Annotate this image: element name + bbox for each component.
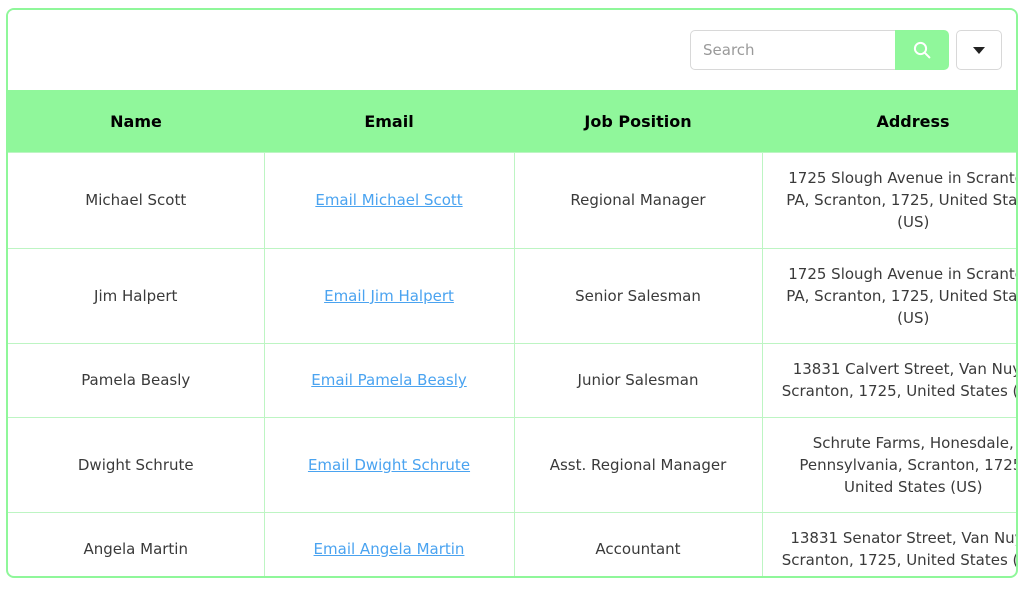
cell-email: Email Dwight Schrute	[264, 417, 514, 513]
email-link[interactable]: Email Dwight Schrute	[308, 456, 470, 474]
cell-email: Email Michael Scott	[264, 153, 514, 249]
table-row: Michael Scott Email Michael Scott Region…	[8, 153, 1018, 249]
cell-email: Email Jim Halpert	[264, 248, 514, 344]
cell-job-position: Asst. Regional Manager	[514, 417, 762, 513]
search-icon	[912, 40, 932, 60]
cell-email: Email Angela Martin	[264, 513, 514, 578]
column-header-name[interactable]: Name	[8, 90, 264, 153]
search-input[interactable]	[690, 30, 895, 70]
search-options-dropdown-button[interactable]	[956, 30, 1002, 70]
table-header: Name Email Job Position Address	[8, 90, 1018, 153]
cell-job-position: Senior Salesman	[514, 248, 762, 344]
table-toolbar	[8, 10, 1016, 90]
column-header-job-position[interactable]: Job Position	[514, 90, 762, 153]
table-row: Angela Martin Email Angela Martin Accoun…	[8, 513, 1018, 578]
email-link[interactable]: Email Angela Martin	[314, 540, 465, 558]
cell-address: 1725 Slough Avenue in Scranton, PA, Scra…	[762, 248, 1018, 344]
data-table-card: Name Email Job Position Address Michael …	[6, 8, 1018, 578]
table-row: Dwight Schrute Email Dwight Schrute Asst…	[8, 417, 1018, 513]
cell-address: Schrute Farms, Honesdale, Pennsylvania, …	[762, 417, 1018, 513]
email-link[interactable]: Email Michael Scott	[315, 191, 462, 209]
employee-table: Name Email Job Position Address Michael …	[8, 90, 1018, 578]
cell-job-position: Accountant	[514, 513, 762, 578]
cell-address: 13831 Senator Street, Van Nuys, Scranton…	[762, 513, 1018, 578]
cell-job-position: Regional Manager	[514, 153, 762, 249]
table-header-row: Name Email Job Position Address	[8, 90, 1018, 153]
table-row: Jim Halpert Email Jim Halpert Senior Sal…	[8, 248, 1018, 344]
cell-name: Dwight Schrute	[8, 417, 264, 513]
cell-address: 13831 Calvert Street, Van Nuys, Scranton…	[762, 344, 1018, 417]
cell-name: Angela Martin	[8, 513, 264, 578]
email-link[interactable]: Email Pamela Beasly	[311, 371, 467, 389]
search-button[interactable]	[895, 30, 949, 70]
search-group	[690, 30, 1002, 70]
chevron-down-icon	[973, 47, 985, 54]
cell-name: Pamela Beasly	[8, 344, 264, 417]
column-header-email[interactable]: Email	[264, 90, 514, 153]
cell-name: Michael Scott	[8, 153, 264, 249]
email-link[interactable]: Email Jim Halpert	[324, 287, 454, 305]
cell-email: Email Pamela Beasly	[264, 344, 514, 417]
cell-address: 1725 Slough Avenue in Scranton, PA, Scra…	[762, 153, 1018, 249]
table-row: Pamela Beasly Email Pamela Beasly Junior…	[8, 344, 1018, 417]
cell-job-position: Junior Salesman	[514, 344, 762, 417]
cell-name: Jim Halpert	[8, 248, 264, 344]
column-header-address[interactable]: Address	[762, 90, 1018, 153]
table-body: Michael Scott Email Michael Scott Region…	[8, 153, 1018, 579]
